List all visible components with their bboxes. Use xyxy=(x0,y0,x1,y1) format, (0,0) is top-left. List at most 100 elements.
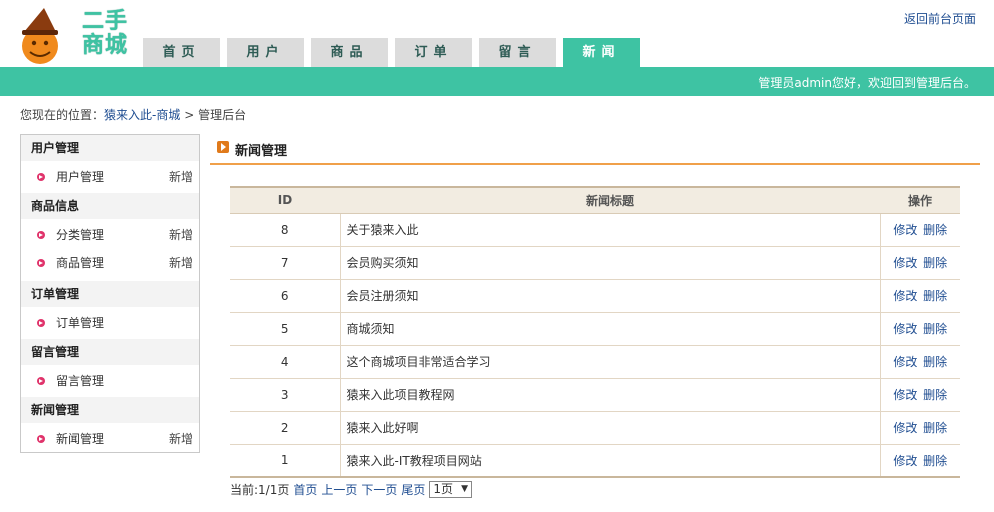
bullet-arrow-icon xyxy=(37,173,45,181)
edit-link[interactable]: 修改 xyxy=(893,289,917,303)
news-table: ID 新闻标题 操作 8 关于猿来入此 修改 删除 7 会员购买须知 修改 删除… xyxy=(230,186,960,478)
page-select[interactable]: 1页 ▼ xyxy=(429,481,472,498)
sidebar-item-order-management[interactable]: 订单管理 xyxy=(21,307,199,339)
welcome-bar: 管理员admin您好，欢迎回到管理后台。 xyxy=(0,67,994,96)
sidebar: 用户管理 用户管理 新增 商品信息 分类管理 新增 商品管理 新增 订单管理 订… xyxy=(20,134,200,453)
last-page-link[interactable]: 尾页 xyxy=(401,481,425,498)
pumpkin-logo-icon xyxy=(22,8,58,64)
dropdown-caret-icon: ▼ xyxy=(461,484,468,494)
welcome-text: 管理员admin您好，欢迎回到管理后台。 xyxy=(758,76,976,90)
title-arrow-icon xyxy=(217,141,229,153)
prev-page-link[interactable]: 上一页 xyxy=(321,481,357,498)
cell-id: 2 xyxy=(230,411,340,445)
add-news-link[interactable]: 新增 xyxy=(169,423,193,455)
cell-actions: 修改 删除 xyxy=(880,345,960,379)
bullet-arrow-icon xyxy=(37,377,45,385)
logo[interactable]: 二手 商城 xyxy=(18,6,138,66)
tab-orders[interactable]: 订单 xyxy=(395,38,472,67)
bullet-arrow-icon xyxy=(37,435,45,443)
table-row: 6 会员注册须知 修改 删除 xyxy=(230,279,960,313)
breadcrumb-home-link[interactable]: 猿来入此-商城 xyxy=(104,108,180,122)
cell-actions: 修改 删除 xyxy=(880,444,960,478)
cell-id: 5 xyxy=(230,312,340,346)
back-to-frontend-link[interactable]: 返回前台页面 xyxy=(904,10,976,27)
delete-link[interactable]: 删除 xyxy=(923,421,947,435)
sidebar-item-user-management[interactable]: 用户管理 新增 xyxy=(21,161,199,193)
cell-title: 猿来入此项目教程网 xyxy=(339,378,881,412)
delete-link[interactable]: 删除 xyxy=(923,454,947,468)
breadcrumb: 您现在的位置：猿来入此-商城 > 管理后台 xyxy=(20,106,246,123)
cell-actions: 修改 删除 xyxy=(880,213,960,247)
edit-link[interactable]: 修改 xyxy=(893,388,917,402)
edit-link[interactable]: 修改 xyxy=(893,256,917,270)
logo-text-line2: 商城 xyxy=(82,33,129,58)
page-select-value: 1页 xyxy=(433,482,454,496)
sidebar-group-orders: 订单管理 xyxy=(21,281,199,307)
add-user-link[interactable]: 新增 xyxy=(169,161,193,193)
sidebar-item-label[interactable]: 订单管理 xyxy=(56,307,104,339)
delete-link[interactable]: 删除 xyxy=(923,223,947,237)
sidebar-item-news-management[interactable]: 新闻管理 新增 xyxy=(21,423,199,455)
header: 二手 商城 返回前台页面 首页 用户 商品 订单 留言 新闻 xyxy=(0,0,994,67)
cell-id: 6 xyxy=(230,279,340,313)
edit-link[interactable]: 修改 xyxy=(893,421,917,435)
sidebar-group-messages: 留言管理 xyxy=(21,339,199,365)
delete-link[interactable]: 删除 xyxy=(923,388,947,402)
cell-actions: 修改 删除 xyxy=(880,312,960,346)
bullet-arrow-icon xyxy=(37,231,45,239)
sidebar-group-products: 商品信息 xyxy=(21,193,199,219)
tab-products[interactable]: 商品 xyxy=(311,38,388,67)
table-row: 1 猿来入此-IT教程项目网站 修改 删除 xyxy=(230,444,960,478)
column-header-id: ID xyxy=(230,186,340,214)
edit-link[interactable]: 修改 xyxy=(893,454,917,468)
tab-home[interactable]: 首页 xyxy=(143,38,220,67)
tab-news[interactable]: 新闻 xyxy=(563,38,640,67)
edit-link[interactable]: 修改 xyxy=(893,322,917,336)
sidebar-item-product-management[interactable]: 商品管理 新增 xyxy=(21,251,199,275)
cell-actions: 修改 删除 xyxy=(880,411,960,445)
next-page-link[interactable]: 下一页 xyxy=(361,481,397,498)
tab-users[interactable]: 用户 xyxy=(227,38,304,67)
breadcrumb-separator: > xyxy=(184,108,195,122)
delete-link[interactable]: 删除 xyxy=(923,355,947,369)
cell-id: 8 xyxy=(230,213,340,247)
sidebar-item-label[interactable]: 用户管理 xyxy=(56,161,104,193)
logo-text-line1: 二手 xyxy=(82,9,129,34)
delete-link[interactable]: 删除 xyxy=(923,322,947,336)
cell-id: 7 xyxy=(230,246,340,280)
delete-link[interactable]: 删除 xyxy=(923,289,947,303)
pagination: 当前:1/1页 首页 上一页 下一页 尾页 1页 ▼ xyxy=(230,481,472,498)
bullet-arrow-icon xyxy=(37,259,45,267)
cell-id: 4 xyxy=(230,345,340,379)
sidebar-item-label[interactable]: 分类管理 xyxy=(56,219,104,251)
sidebar-item-label[interactable]: 新闻管理 xyxy=(56,423,104,455)
cell-title: 猿来入此-IT教程项目网站 xyxy=(339,444,881,478)
sidebar-item-category-management[interactable]: 分类管理 新增 xyxy=(21,219,199,251)
cell-title: 关于猿来入此 xyxy=(339,213,881,247)
content-title-bar: 新闻管理 xyxy=(210,138,980,165)
sidebar-item-label[interactable]: 留言管理 xyxy=(56,365,104,397)
table-row: 8 关于猿来入此 修改 删除 xyxy=(230,213,960,247)
add-product-link[interactable]: 新增 xyxy=(169,251,193,275)
cell-id: 3 xyxy=(230,378,340,412)
sidebar-item-label[interactable]: 商品管理 xyxy=(56,251,104,275)
sidebar-group-news: 新闻管理 xyxy=(21,397,199,423)
column-header-title: 新闻标题 xyxy=(340,186,880,214)
first-page-link[interactable]: 首页 xyxy=(293,481,317,498)
tab-messages[interactable]: 留言 xyxy=(479,38,556,67)
edit-link[interactable]: 修改 xyxy=(893,223,917,237)
edit-link[interactable]: 修改 xyxy=(893,355,917,369)
sidebar-item-message-management[interactable]: 留言管理 xyxy=(21,365,199,397)
cell-title: 商城须知 xyxy=(339,312,881,346)
table-header-row: ID 新闻标题 操作 xyxy=(230,186,960,214)
delete-link[interactable]: 删除 xyxy=(923,256,947,270)
cell-actions: 修改 删除 xyxy=(880,378,960,412)
breadcrumb-prefix: 您现在的位置： xyxy=(20,108,105,122)
cell-actions: 修改 删除 xyxy=(880,246,960,280)
cell-title: 猿来入此好啊 xyxy=(339,411,881,445)
table-row: 5 商城须知 修改 删除 xyxy=(230,312,960,346)
add-category-link[interactable]: 新增 xyxy=(169,219,193,251)
table-row: 2 猿来入此好啊 修改 删除 xyxy=(230,411,960,445)
bullet-arrow-icon xyxy=(37,319,45,327)
table-row: 4 这个商城项目非常适合学习 修改 删除 xyxy=(230,345,960,379)
